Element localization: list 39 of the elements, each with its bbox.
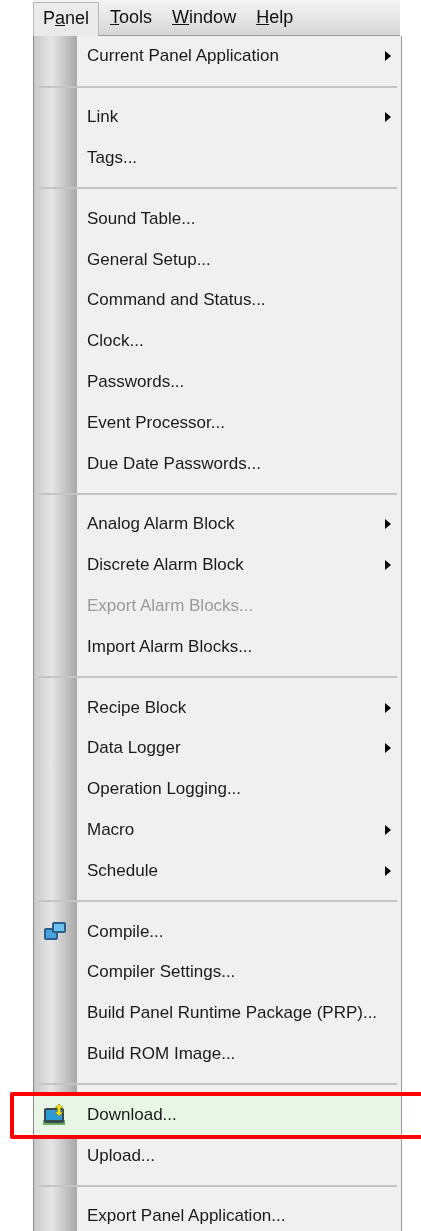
menu-item[interactable]: Build Panel Runtime Package (PRP)...: [34, 992, 401, 1034]
menu-item[interactable]: Compiler Settings...: [34, 951, 401, 993]
submenu-arrow-icon: [385, 824, 391, 835]
menu-item[interactable]: Discrete Alarm Block: [34, 544, 401, 586]
menu-item[interactable]: Schedule: [34, 850, 401, 892]
submenu-arrow-icon: [385, 702, 391, 713]
submenu-arrow-icon: [385, 743, 391, 754]
monitor-arrows-icon: [43, 1103, 67, 1126]
menu-item[interactable]: Event Processor...: [34, 402, 401, 444]
menu-item[interactable]: Build ROM Image...: [34, 1033, 401, 1075]
menu-item[interactable]: Link: [34, 96, 401, 138]
menu-bar-item[interactable]: Help: [247, 2, 303, 33]
menu-item[interactable]: Data Logger: [34, 727, 401, 769]
menu-item[interactable]: Recipe Block: [34, 687, 401, 728]
menu-item[interactable]: Compile...: [34, 911, 401, 952]
menu-bar-item[interactable]: Panel: [33, 1, 100, 38]
windows-icon: [43, 920, 67, 943]
menu-item[interactable]: Download...: [34, 1094, 401, 1136]
menu-item[interactable]: Upload...: [34, 1135, 401, 1176]
menu-item[interactable]: Export Panel Application...: [34, 1195, 401, 1231]
submenu-arrow-icon: [385, 865, 391, 876]
menu-item[interactable]: Clock...: [34, 320, 401, 362]
submenu-arrow-icon: [385, 51, 391, 62]
menu-item[interactable]: Macro: [34, 809, 401, 851]
submenu-arrow-icon: [385, 519, 391, 530]
menu-item[interactable]: Command and Status...: [34, 280, 401, 321]
menu-item[interactable]: Analog Alarm Block: [34, 503, 401, 545]
menu-item[interactable]: Current Panel Application: [34, 36, 401, 77]
menu-item[interactable]: Operation Logging...: [34, 768, 401, 810]
menu-item[interactable]: General Setup...: [34, 239, 401, 280]
menu-item[interactable]: Sound Table...: [34, 198, 401, 240]
menu-bar-item[interactable]: Tools: [101, 2, 162, 33]
menu-bar-item[interactable]: Window: [163, 2, 246, 33]
submenu-arrow-icon: [385, 112, 391, 123]
submenu-arrow-icon: [385, 560, 391, 571]
menu-item[interactable]: Passwords...: [34, 361, 401, 403]
menu-item[interactable]: Import Alarm Blocks...: [34, 626, 401, 668]
menu-item[interactable]: Tags...: [34, 137, 401, 179]
menu-item[interactable]: Due Date Passwords...: [34, 443, 401, 484]
